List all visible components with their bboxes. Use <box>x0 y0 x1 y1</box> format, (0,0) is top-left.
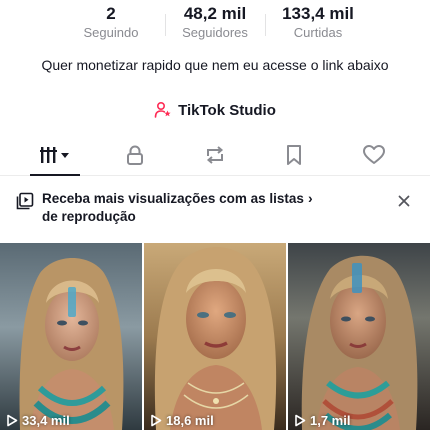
view-count: 33,4 mil <box>6 413 70 428</box>
heart-icon <box>362 144 386 171</box>
followers-count: 48,2 mil <box>183 4 247 23</box>
playlist-promo-text: Receba mais visualizações com as listas … <box>42 191 304 224</box>
tab-private[interactable] <box>107 140 163 175</box>
profile-tabs <box>0 140 430 176</box>
following-stat[interactable]: 2 Seguindo <box>76 4 146 42</box>
video-thumbnail-image <box>288 243 430 430</box>
play-icon <box>295 414 306 427</box>
profile-bio: Quer monetizar rapido que nem eu acesse … <box>41 57 389 73</box>
followers-stat[interactable]: 48,2 mil Seguidores <box>175 4 255 42</box>
playlist-promo-banner[interactable]: Receba mais visualizações com as listas … <box>0 188 430 234</box>
tab-favorites[interactable] <box>266 140 322 175</box>
chevron-right-icon: › <box>308 190 313 206</box>
view-count: 1,7 mil <box>294 413 350 428</box>
likes-stat[interactable]: 133,4 mil Curtidas <box>273 4 363 42</box>
tiktok-studio-label: TikTok Studio <box>178 101 276 119</box>
stat-divider <box>265 14 266 36</box>
likes-label: Curtidas <box>293 25 343 40</box>
video-thumbnail[interactable]: 1,7 mil <box>288 243 430 430</box>
person-star-icon <box>154 101 172 119</box>
video-thumbnail-image <box>144 243 286 430</box>
following-count: 2 <box>106 4 116 23</box>
likes-count: 133,4 mil <box>282 4 354 23</box>
view-count: 18,6 mil <box>150 413 214 428</box>
video-thumbnail-image <box>0 243 142 430</box>
lock-icon <box>124 144 146 171</box>
videos-grid-icon <box>38 145 72 170</box>
tab-reposts[interactable] <box>187 140 243 175</box>
video-grid: 33,4 mil 18,6 mil 1,7 mil <box>0 243 430 430</box>
close-icon[interactable] <box>396 193 412 209</box>
view-count-label: 33,4 mil <box>22 413 70 428</box>
stat-divider <box>165 14 166 36</box>
play-icon <box>7 414 18 427</box>
profile-stats: 2 Seguindo 48,2 mil Seguidores 133,4 mil… <box>0 4 430 44</box>
tiktok-studio-link[interactable]: TikTok Studio <box>0 101 430 119</box>
bookmark-icon <box>284 144 304 171</box>
tab-liked[interactable] <box>346 140 402 175</box>
tab-videos[interactable] <box>27 140 83 176</box>
playlist-icon <box>16 192 34 210</box>
following-label: Seguindo <box>83 25 139 40</box>
repost-icon <box>203 144 227 171</box>
video-thumbnail[interactable]: 18,6 mil <box>144 243 286 430</box>
view-count-label: 18,6 mil <box>166 413 214 428</box>
play-icon <box>151 414 162 427</box>
video-thumbnail[interactable]: 33,4 mil <box>0 243 142 430</box>
followers-label: Seguidores <box>182 25 248 40</box>
view-count-label: 1,7 mil <box>310 413 351 428</box>
